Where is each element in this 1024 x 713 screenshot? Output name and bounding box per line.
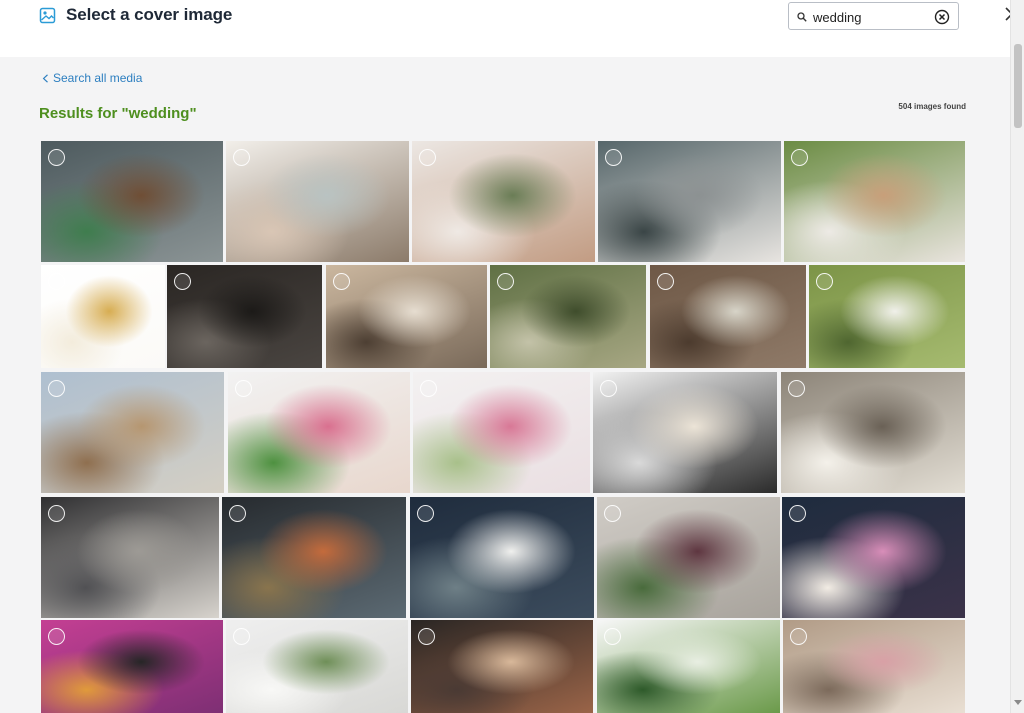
select-image-radio[interactable] [229,505,246,522]
image-tile[interactable] [41,372,224,493]
select-image-radio[interactable] [48,505,65,522]
search-input[interactable] [813,8,929,26]
select-image-radio[interactable] [174,273,191,290]
select-image-radio[interactable] [419,149,436,166]
image-tile[interactable] [41,620,223,713]
image-tile[interactable] [41,141,223,262]
select-image-radio[interactable] [657,273,674,290]
image-tile[interactable] [490,265,646,368]
search-box[interactable] [788,2,959,30]
select-image-radio[interactable] [605,149,622,166]
select-image-radio[interactable] [788,380,805,397]
image-tile[interactable] [228,372,410,493]
image-tile[interactable] [593,372,777,493]
image-tile[interactable] [597,620,780,713]
select-image-radio[interactable] [48,628,65,645]
select-image-radio[interactable] [789,505,806,522]
search-icon [797,12,807,22]
search-all-media-link[interactable]: Search all media [42,71,142,85]
select-image-radio[interactable] [48,149,65,166]
scrollbar-thumb[interactable] [1014,44,1022,128]
image-tile[interactable] [597,497,780,618]
image-tile[interactable] [167,265,322,368]
scrollbar[interactable] [1010,0,1024,713]
image-tile[interactable] [781,372,965,493]
image-tile[interactable] [783,620,965,713]
select-image-radio[interactable] [233,628,250,645]
image-tile[interactable] [222,497,406,618]
search-all-media-label: Search all media [53,71,143,85]
select-image-radio[interactable] [791,149,808,166]
image-tile[interactable] [326,265,487,368]
select-image-radio[interactable] [418,628,435,645]
image-tile[interactable] [41,497,219,618]
modal-header: Select a cover image [0,0,1019,57]
image-tile[interactable] [226,141,409,262]
select-image-radio[interactable] [417,505,434,522]
select-image-radio[interactable] [600,380,617,397]
image-tile[interactable] [413,372,590,493]
select-image-radio[interactable] [48,380,65,397]
select-image-radio[interactable] [420,380,437,397]
image-tile[interactable] [226,620,408,713]
scroll-down-arrow[interactable] [1014,700,1022,705]
select-image-radio[interactable] [497,273,514,290]
select-image-radio[interactable] [816,273,833,290]
image-tile[interactable] [410,497,594,618]
select-image-radio[interactable] [233,149,250,166]
image-tile[interactable] [809,265,965,368]
modal-title: Select a cover image [66,5,233,24]
image-icon [39,7,56,24]
results-count: 504 images found [898,102,966,111]
select-image-radio[interactable] [604,628,621,645]
chevron-left-icon [42,73,48,83]
results-title: Results for "wedding" [39,105,197,122]
select-image-radio[interactable] [604,505,621,522]
image-tile[interactable] [41,265,165,368]
select-image-radio[interactable] [48,273,65,290]
select-image-radio[interactable] [333,273,350,290]
select-image-radio[interactable] [235,380,252,397]
clear-icon[interactable] [934,9,950,25]
image-tile[interactable] [411,620,593,713]
image-tile[interactable] [782,497,965,618]
image-tile[interactable] [412,141,595,262]
results-panel: Search all media Results for "wedding" 5… [0,57,1010,713]
image-tile[interactable] [650,265,806,368]
select-image-radio[interactable] [790,628,807,645]
image-tile[interactable] [784,141,965,262]
image-tile[interactable] [598,141,781,262]
